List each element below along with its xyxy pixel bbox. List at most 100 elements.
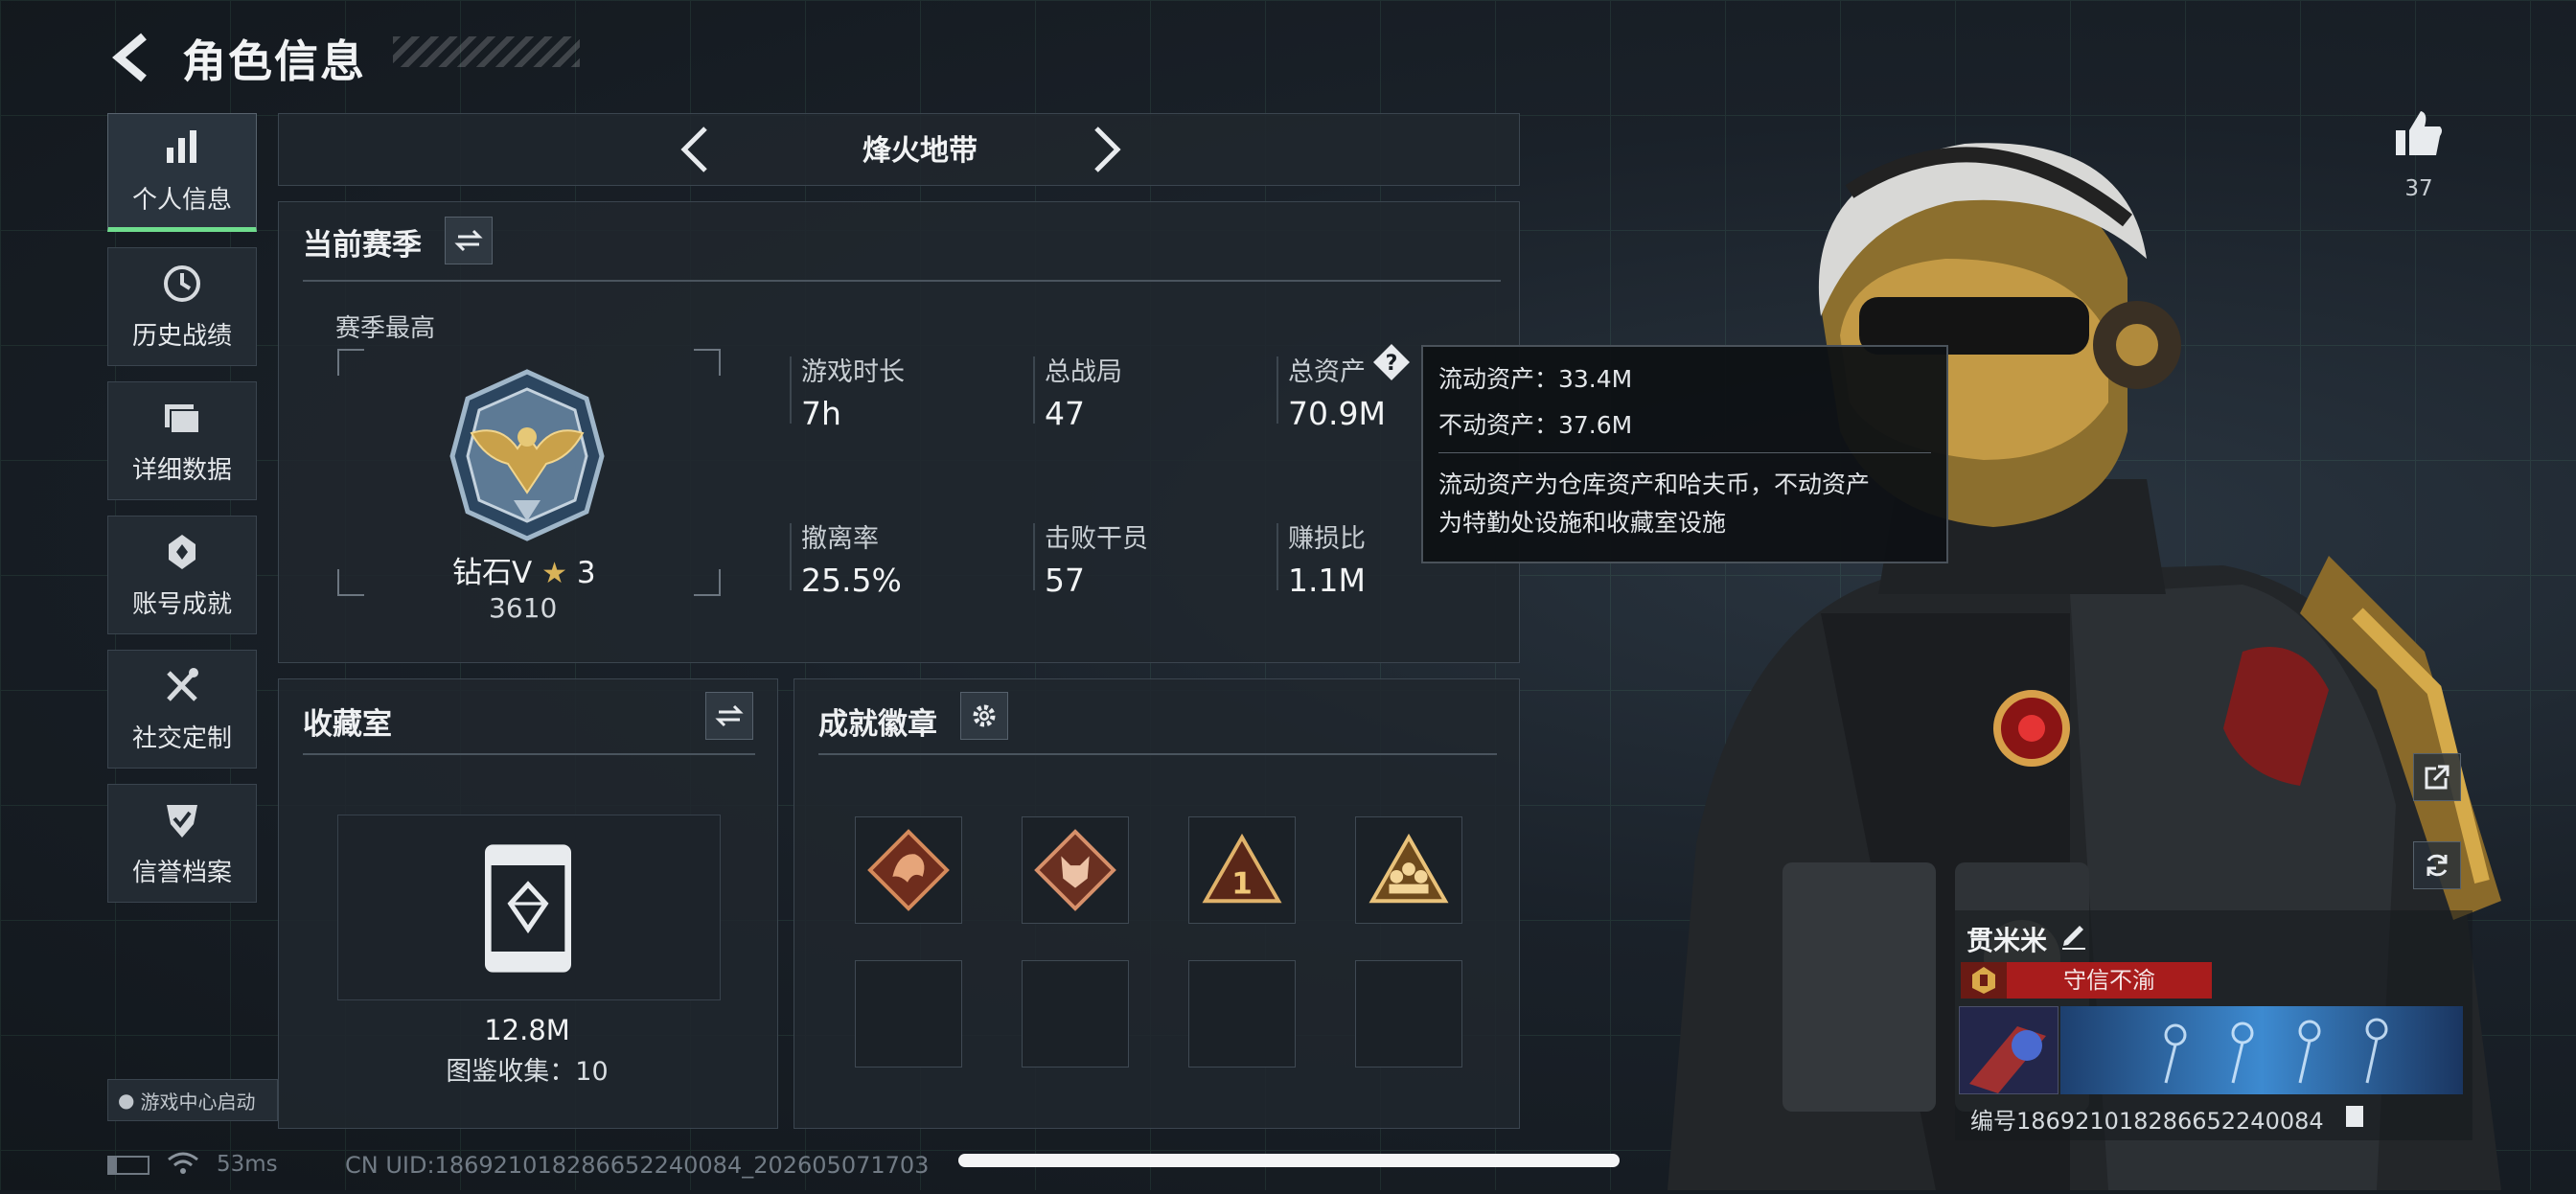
stat-value: 1.1M	[1288, 562, 1366, 599]
stat-separator	[1276, 356, 1278, 424]
folder-icon	[165, 403, 200, 434]
like-button[interactable]	[2392, 107, 2446, 161]
sidebar-item-label: 个人信息	[131, 185, 232, 215]
stat-separator	[1033, 356, 1035, 424]
rank-points: 3610	[489, 592, 558, 624]
avatar-frame[interactable]	[1959, 1006, 2058, 1094]
tooltip-fixed-assets: 不动资产：37.6M	[1438, 411, 1633, 439]
game-center-launch-button[interactable]: ● 游戏中心启动	[107, 1079, 278, 1121]
badge-slot-empty[interactable]	[1355, 960, 1462, 1068]
first-place-badge-icon: 1	[1202, 833, 1282, 904]
tooltip-liquid-assets: 流动资产：33.4M	[1438, 365, 1633, 393]
badge-slot-empty[interactable]	[1188, 960, 1296, 1068]
squad-badge-icon	[1368, 833, 1449, 904]
title-emblem	[1961, 962, 2007, 999]
name-card-banner[interactable]	[2060, 1006, 2463, 1094]
badge-slot[interactable]	[855, 816, 962, 924]
achievements-settings-button[interactable]	[960, 692, 1008, 740]
home-indicator[interactable]	[958, 1154, 1620, 1167]
share-button[interactable]	[2413, 753, 2461, 801]
collection-switch-button[interactable]	[705, 692, 753, 740]
copy-icon	[2346, 1106, 2363, 1127]
stat-label: 总资产	[1288, 357, 1366, 387]
sidebar-item-label: 账号成就	[131, 589, 232, 619]
season-best-label: 赛季最高	[335, 314, 436, 343]
thumbs-up-icon	[2396, 111, 2442, 155]
stat-value: 70.9M	[1288, 395, 1386, 432]
back-arrow-icon	[112, 33, 147, 82]
title-emblem-icon	[1972, 967, 1995, 994]
like-count: 37	[2404, 176, 2433, 201]
share-icon	[2425, 765, 2450, 790]
copy-uid-button[interactable]	[2344, 1104, 2365, 1129]
refresh-button[interactable]	[2413, 841, 2461, 889]
page-title: 角色信息	[182, 35, 366, 87]
display-case-icon	[485, 844, 571, 973]
avatar-icon	[1960, 1007, 2058, 1093]
badge-slot-empty[interactable]	[855, 960, 962, 1068]
badge-slot-empty[interactable]	[1022, 960, 1129, 1068]
asset-tooltip: 流动资产：33.4M 不动资产：37.6M 流动资产为仓库资产和哈夫币，不动资产…	[1421, 345, 1948, 563]
collection-title: 收藏室	[303, 707, 392, 742]
collection-display[interactable]	[337, 815, 721, 1000]
skeleton-banner-art	[2164, 1018, 2388, 1084]
dragon-badge-icon	[867, 829, 950, 911]
swap-icon	[454, 229, 483, 252]
stat-label: 游戏时长	[801, 357, 905, 387]
sidebar-item-social[interactable]: 社交定制	[107, 650, 257, 769]
player-name: 贯米米	[1966, 925, 2048, 956]
stat-label: 赚损比	[1288, 524, 1366, 554]
stat-value: 57	[1045, 562, 1085, 599]
achievements-title: 成就徽章	[818, 707, 937, 742]
back-button[interactable]	[105, 29, 163, 86]
sidebar-item-label: 历史战绩	[131, 321, 232, 351]
mode-next-button[interactable]	[1083, 119, 1131, 180]
stat-separator	[1033, 523, 1035, 590]
badge-slot[interactable]	[1022, 816, 1129, 924]
asset-help-button[interactable]: ?	[1372, 343, 1411, 381]
achievements-divider	[818, 753, 1497, 755]
season-switch-button[interactable]	[445, 217, 493, 264]
collection-catalog: 图鉴收集：10	[446, 1057, 609, 1087]
stat-value: 7h	[801, 395, 841, 432]
tools-icon	[167, 667, 198, 701]
rank-name: 钻石V	[452, 556, 533, 590]
stat-value: 25.5%	[801, 562, 902, 599]
rank-emblem	[443, 366, 611, 544]
season-divider	[303, 280, 1501, 282]
swap-icon	[715, 704, 744, 727]
help-icon: ?	[1373, 344, 1410, 380]
sidebar-item-history[interactable]: 历史战绩	[107, 247, 257, 366]
sidebar-item-reputation[interactable]: 信誉档案	[107, 784, 257, 903]
wolf-badge-icon	[1034, 829, 1116, 911]
chevron-left-icon	[680, 126, 707, 172]
sidebar-item-label: 社交定制	[131, 723, 232, 753]
status-uid: CN UID:18692101828665224008​4_2026050717…	[345, 1152, 930, 1179]
rank-name-row: 钻石V ★ 3	[452, 548, 596, 591]
badge-slot[interactable]: 1	[1188, 816, 1296, 924]
game-center-label: 游戏中心启动	[140, 1090, 256, 1114]
sidebar-item-achievements[interactable]: 账号成就	[107, 516, 257, 634]
star-icon: ★	[541, 557, 567, 590]
qq-icon: ●	[118, 1089, 135, 1112]
shield-check-icon	[167, 804, 197, 838]
stat-label: 总战局	[1045, 357, 1122, 387]
stat-separator	[790, 523, 792, 590]
sidebar-item-personal-info[interactable]: 个人信息	[107, 113, 257, 232]
battery-icon	[107, 1156, 150, 1175]
medal-icon	[169, 534, 196, 569]
mode-prev-button[interactable]	[671, 119, 719, 180]
badge-slot[interactable]	[1355, 816, 1462, 924]
stat-value: 47	[1045, 395, 1085, 432]
edit-name-button[interactable]	[2058, 920, 2089, 951]
stat-separator	[790, 356, 792, 424]
history-clock-icon	[164, 264, 200, 302]
stat-separator	[1276, 523, 1278, 590]
chevron-right-icon	[1094, 126, 1121, 172]
network-ping: 53ms	[217, 1152, 278, 1177]
gear-icon	[973, 704, 996, 727]
title-decoration	[393, 36, 580, 67]
sidebar-item-detailed-data[interactable]: 详细数据	[107, 381, 257, 500]
svg-text:1: 1	[1231, 866, 1253, 901]
diamond-rank-eagle-icon	[449, 369, 605, 541]
